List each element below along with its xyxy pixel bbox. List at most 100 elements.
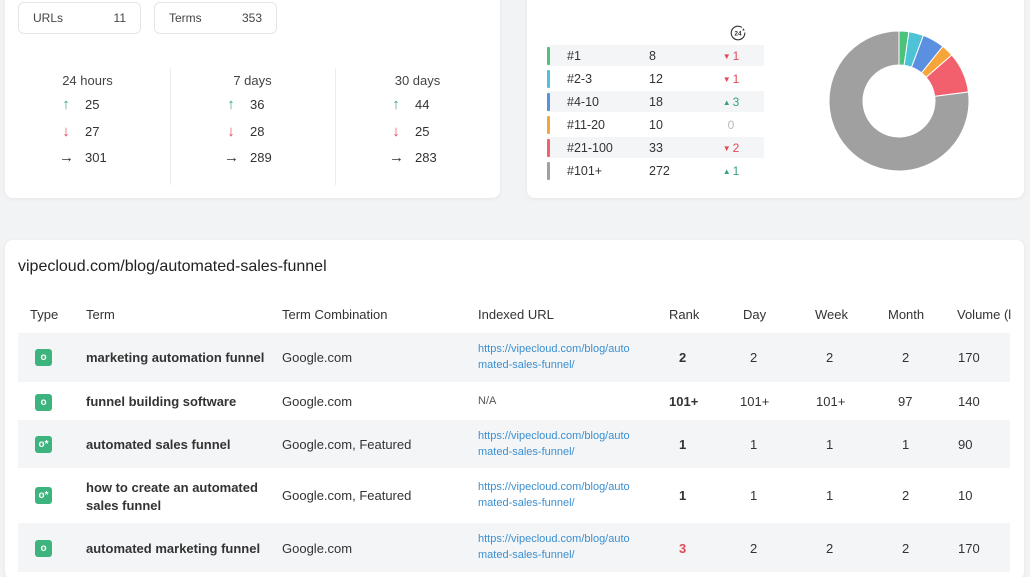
table-row[interactable]: o funnel building software Google.com N/…: [18, 382, 1010, 420]
month-cell: 2: [902, 350, 910, 365]
period-7d: 7 days ↑ 36 ↓ 28 → 289: [170, 68, 335, 185]
declined-count: 28: [250, 124, 265, 139]
rank-bucket-row[interactable]: #2-3 12 ▼ 1: [547, 68, 764, 89]
bucket-label: #4-10: [567, 94, 599, 109]
unchanged-row: → 289: [224, 149, 272, 166]
rank-bucket-row[interactable]: #101+ 272 ▲ 1: [547, 160, 764, 181]
rank-cell: 101+: [669, 394, 699, 409]
declined-count: 25: [415, 124, 430, 139]
url-title[interactable]: vipecloud.com/blog/automated-sales-funne…: [18, 258, 327, 276]
urls-count-chip[interactable]: URLs 11: [18, 2, 141, 34]
col-header-week[interactable]: Week: [815, 307, 848, 322]
url-line: https://vipecloud.com/blog/auto: [478, 343, 630, 355]
improved-count: 44: [415, 97, 430, 112]
bucket-change-value: 1: [732, 163, 740, 178]
indexed-url-link[interactable]: https://vipecloud.com/blog/auto mated-sal…: [478, 480, 638, 511]
improved-row: ↑ 25: [59, 96, 99, 113]
clock-24h-icon[interactable]: 24: [730, 25, 746, 41]
bucket-change-value: 3: [732, 94, 740, 109]
combination-cell: Google.com: [282, 394, 353, 409]
improved-row: ↑ 36: [224, 96, 264, 113]
term-cell: funnel building software: [86, 394, 237, 409]
bucket-count: 272: [649, 163, 670, 178]
organic-type-icon: o: [35, 394, 52, 411]
day-cell: 2: [750, 541, 758, 556]
triangle-down-icon: ▼: [722, 51, 731, 61]
indexed-url-link[interactable]: https://vipecloud.com/blog/auto mated-sal…: [478, 342, 638, 373]
indexed-url-link[interactable]: https://vipecloud.com/blog/auto mated-sal…: [478, 532, 638, 563]
month-cell: 2: [902, 541, 910, 556]
bucket-change: ▲ 3: [711, 95, 751, 109]
rank-bucket-row[interactable]: #21-100 33 ▼ 2: [547, 137, 764, 158]
urls-value: 11: [113, 11, 126, 25]
arrow-down-icon: ↓: [62, 123, 70, 140]
table-row[interactable]: o* automated sales funnel Google.com, Fe…: [18, 420, 1010, 468]
period-30d: 30 days ↑ 44 ↓ 25 → 283: [335, 68, 500, 185]
arrow-down-icon: ↓: [392, 123, 400, 140]
legend-color-swatch: [547, 138, 550, 157]
arrow-right-icon: →: [389, 149, 404, 166]
day-cell: 2: [750, 350, 758, 365]
bucket-label: #21-100: [567, 140, 613, 155]
week-cell: 1: [826, 437, 834, 452]
bucket-change-value: 1: [732, 71, 740, 86]
bucket-label: #2-3: [567, 71, 593, 86]
unchanged-count: 283: [415, 150, 437, 165]
day-cell: 1: [750, 437, 758, 452]
period-title: 30 days: [394, 73, 441, 88]
triangle-down-icon: ▼: [722, 74, 731, 84]
table-row[interactable]: o automated marketing funnel Google.com …: [18, 523, 1010, 572]
unchanged-count: 289: [250, 150, 272, 165]
url-line: https://vipecloud.com/blog/auto: [478, 533, 630, 545]
bucket-label: #1: [567, 48, 581, 63]
col-header-rank[interactable]: Rank: [669, 307, 699, 322]
declined-row: ↓ 25: [389, 123, 429, 140]
clock-label: 24: [734, 30, 742, 37]
legend-color-swatch: [547, 46, 550, 65]
rank-bucket-row[interactable]: #1 8 ▼ 1: [547, 45, 764, 66]
col-header-month[interactable]: Month: [888, 307, 924, 322]
terms-value: 353: [241, 11, 262, 25]
bucket-change: ▼ 2: [711, 141, 751, 155]
url-line: mated-sales-funnel/: [478, 496, 575, 509]
url-terms-card: vipecloud.com/blog/automated-sales-funne…: [5, 240, 1024, 577]
term-cell: marketing automation funnel: [86, 350, 265, 365]
summary-card: URLs 11 Terms 353 24 hours ↑ 25 ↓ 27 → 301 …: [5, 0, 500, 198]
triangle-up-icon: ▲: [722, 166, 731, 176]
urls-label: URLs: [33, 11, 64, 25]
arrow-down-icon: ↓: [227, 123, 235, 140]
col-header-term[interactable]: Term: [86, 307, 115, 322]
combination-cell: Google.com: [282, 541, 353, 556]
indexed-url-na: N/A: [478, 395, 497, 407]
table-row[interactable]: o marketing automation funnel Google.com…: [18, 333, 1010, 382]
term-line: how to create an automated: [86, 480, 258, 495]
bucket-change: 0: [711, 118, 751, 132]
table-row[interactable]: o* how to create an automated sales funne…: [18, 468, 1010, 523]
combination-cell: Google.com, Featured: [282, 437, 412, 452]
volume-cell: 10: [958, 488, 973, 503]
indexed-url-link[interactable]: https://vipecloud.com/blog/auto mated-sal…: [478, 429, 638, 460]
bucket-label: #101+: [567, 163, 603, 178]
featured-type-icon: o*: [35, 487, 52, 504]
period-title: 24 hours: [62, 73, 113, 88]
col-header-day[interactable]: Day: [743, 307, 766, 322]
terms-label: Terms: [169, 11, 202, 25]
rank-bucket-row[interactable]: #4-10 18 ▲ 3: [547, 91, 764, 112]
arrow-right-icon: →: [59, 149, 74, 166]
week-cell: 101+: [816, 394, 846, 409]
period-title: 7 days: [233, 73, 272, 88]
bucket-change: ▼ 1: [711, 72, 751, 86]
period-24h: 24 hours ↑ 25 ↓ 27 → 301: [5, 68, 170, 185]
bucket-label: #11-20: [567, 117, 605, 132]
col-header-indexed-url[interactable]: Indexed URL: [478, 307, 554, 322]
terms-count-chip[interactable]: Terms 353: [154, 2, 277, 34]
col-header-combination[interactable]: Term Combination: [282, 307, 388, 322]
url-line: mated-sales-funnel/: [478, 445, 575, 458]
col-header-type[interactable]: Type: [30, 307, 58, 322]
rank-donut-chart: [828, 30, 970, 172]
volume-cell: 90: [958, 437, 973, 452]
unchanged-row: → 283: [389, 149, 437, 166]
rank-bucket-row[interactable]: #11-20 10 0: [547, 114, 764, 135]
col-header-volume[interactable]: Volume (l: [957, 307, 1011, 322]
featured-type-icon: o*: [35, 436, 52, 453]
